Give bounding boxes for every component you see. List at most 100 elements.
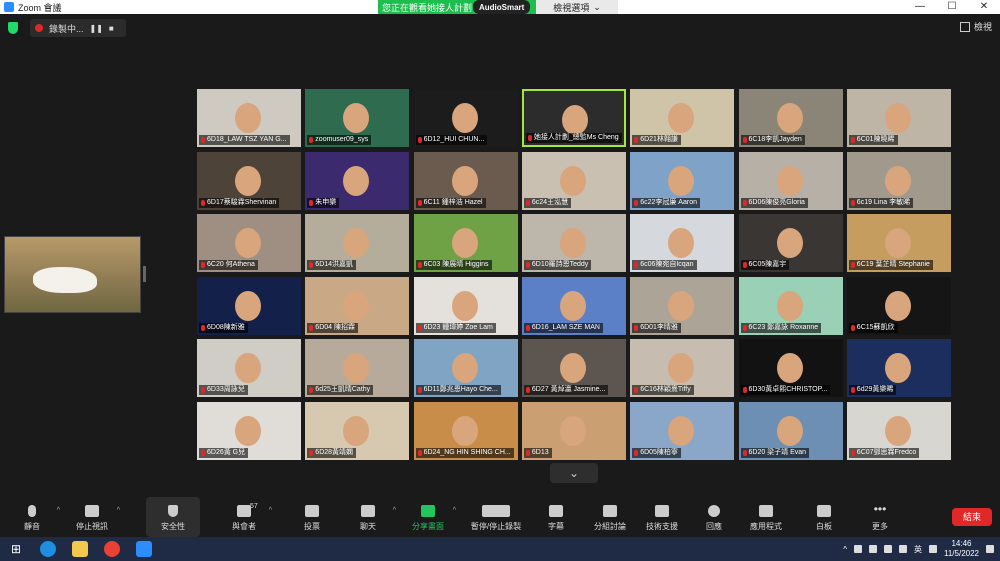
end-meeting-button[interactable]: 結束 xyxy=(952,508,992,526)
chevron-up-icon[interactable]: ^ xyxy=(117,507,120,514)
notification-icon[interactable] xyxy=(986,545,994,553)
encryption-shield-icon[interactable] xyxy=(8,22,18,34)
resize-handle[interactable] xyxy=(143,266,146,282)
participant-tile[interactable]: 6D26黃 G兒 xyxy=(197,402,301,460)
security-button[interactable]: 安全性 xyxy=(146,497,200,537)
close-button[interactable]: ✕ xyxy=(968,0,1000,14)
breakout-rooms-button[interactable]: 分組討論 xyxy=(580,497,640,537)
participant-tile[interactable]: 6D05陳柏寧 xyxy=(630,402,735,460)
pause-icon[interactable]: ❚❚ xyxy=(90,24,103,33)
network-icon[interactable] xyxy=(884,545,892,553)
share-screen-button[interactable]: 分享畫面 ^ xyxy=(398,497,458,537)
participant-tile[interactable]: 6D30黃卓熙CHRISTOP... xyxy=(738,339,843,398)
chrome-browser-icon[interactable] xyxy=(104,541,120,557)
edge-browser-icon[interactable] xyxy=(40,541,56,557)
participant-tile[interactable]: 6D20 梁子靖 Evan xyxy=(738,402,843,460)
input-method-icon[interactable] xyxy=(929,545,937,553)
muted-mic-icon xyxy=(634,137,639,143)
chevron-up-icon[interactable]: ^ xyxy=(393,507,396,514)
mute-button[interactable]: 靜音 ^ xyxy=(2,497,62,537)
participant-name-label: 6D20 梁子靖 Evan xyxy=(740,448,810,458)
participant-tile[interactable]: 6D21林翱謙 xyxy=(630,89,735,147)
participant-tile[interactable]: 6D11鄭兆恩Hayo Che... xyxy=(413,339,518,398)
participant-tile[interactable]: 6D06陳俊亮Gloria xyxy=(738,151,843,210)
captions-button[interactable]: 字幕 xyxy=(526,497,586,537)
participant-tile[interactable]: 朱申樂 xyxy=(305,151,410,210)
microphone-tray-icon[interactable] xyxy=(854,545,862,553)
participant-tile[interactable]: 6D18_LAW TSZ YAN G... xyxy=(197,89,301,147)
chat-button[interactable]: 聊天 ^ xyxy=(338,497,398,537)
participant-tile[interactable]: 6D04 陳招霖 xyxy=(305,276,410,335)
record-label: 暫停/停止錄製 xyxy=(470,522,522,531)
participant-tile[interactable]: 6C01陳曉晞 xyxy=(846,89,951,147)
record-button[interactable]: 暫停/停止錄製 xyxy=(466,497,526,537)
participant-tile[interactable]: 6C18李凱Jayden xyxy=(738,89,843,147)
participants-count: 57 xyxy=(250,503,258,510)
view-options-button[interactable]: 檢視選項 ⌄ xyxy=(536,0,618,14)
battery-icon[interactable] xyxy=(869,545,877,553)
participant-tile[interactable]: 6D24_NG HIN SHING CH... xyxy=(413,402,518,460)
participant-tile[interactable]: 她接人計劃_總監Ms Cheng xyxy=(521,89,626,147)
chevron-up-icon[interactable]: ^ xyxy=(269,507,272,514)
chevron-up-icon[interactable]: ^ xyxy=(57,507,60,514)
speaker-icon[interactable] xyxy=(899,545,907,553)
microphone-icon xyxy=(28,505,36,517)
file-explorer-icon[interactable] xyxy=(72,541,88,557)
participant-name-label: 6D08陳新雅 xyxy=(199,322,248,333)
participant-tile[interactable]: 6D08陳新雅 xyxy=(197,276,301,335)
participant-tile[interactable]: 6C05陳嘉宇 xyxy=(738,214,843,273)
whiteboard-button[interactable]: 白板 xyxy=(794,497,854,537)
participant-tile[interactable]: 6c22李冠廉 Aaron xyxy=(630,151,735,210)
participant-tile[interactable]: 6C23 鄭嘉詠 Roxanne xyxy=(738,276,843,335)
apps-button[interactable]: 應用程式 xyxy=(736,497,796,537)
participant-tile[interactable]: 6c24王泓慧 xyxy=(521,151,626,210)
muted-mic-icon xyxy=(742,262,747,269)
polls-button[interactable]: 投票 xyxy=(282,497,342,537)
participant-tile[interactable]: 6D16_LAM SZE MAN xyxy=(521,276,626,335)
participant-tile[interactable]: 6d29黃樂晞 xyxy=(846,339,951,398)
reactions-button[interactable]: 回應 xyxy=(684,497,744,537)
minimize-button[interactable]: — xyxy=(904,0,936,14)
muted-mic-icon xyxy=(309,137,314,143)
participant-tile[interactable]: zoomuser09_sys xyxy=(305,89,410,147)
maximize-button[interactable]: ☐ xyxy=(936,0,968,14)
participant-tile[interactable]: 6C20 何Athena xyxy=(197,214,301,273)
stop-video-button[interactable]: 停止視訊 ^ xyxy=(62,497,122,537)
participant-tile[interactable]: 6D13 xyxy=(521,402,626,460)
chevron-up-icon[interactable]: ^ xyxy=(843,545,847,554)
participant-tile[interactable]: 6D28黃靖嫻 xyxy=(305,402,410,460)
participant-tile[interactable]: 6D01李晴雅 xyxy=(630,276,735,335)
zoom-app-icon[interactable] xyxy=(136,541,152,557)
chevron-up-icon[interactable]: ^ xyxy=(453,507,456,514)
next-page-button[interactable]: ⌄ xyxy=(550,463,598,483)
clock[interactable]: 14:46 11/5/2022 xyxy=(944,539,979,559)
participant-tile[interactable]: 6C07鄧思霖Fredco xyxy=(846,402,951,460)
muted-mic-icon xyxy=(201,137,205,143)
recording-indicator: 錄製中... ❚❚ ■ xyxy=(30,19,126,37)
participant-tile[interactable]: 6D14洪嘉凱 xyxy=(305,214,410,273)
windows-start-icon[interactable]: ⊞ xyxy=(8,541,24,557)
language-indicator[interactable]: 英 xyxy=(914,544,922,555)
participant-name: 6D16_LAM SZE MAN xyxy=(531,323,600,331)
view-button[interactable]: 檢視 xyxy=(959,20,992,33)
participant-tile[interactable]: 6D17蔡駿霖Shervinan xyxy=(197,151,301,210)
participant-tile[interactable]: 6c06陳宛自Icqan xyxy=(630,214,735,273)
participant-tile[interactable]: 6D33周詠兒 xyxy=(197,339,301,398)
participant-tile[interactable]: 6D27 黃焯瀛 Jasmine... xyxy=(521,339,626,398)
participant-tile[interactable]: 6c19 Lina 李敏晞 xyxy=(846,151,951,210)
participant-tile[interactable]: 6D23 鍾瑋婷 Zoe Lam xyxy=(413,276,518,335)
participant-tile[interactable]: 6d25王凱晴Cathy xyxy=(305,339,410,398)
participant-tile[interactable]: 6C11 鍾梓浩 Hazel xyxy=(413,151,518,210)
more-button[interactable]: ••• 更多 xyxy=(850,497,910,537)
participants-button[interactable]: 57 與會者 ^ xyxy=(214,497,274,537)
participant-tile[interactable]: 6C15蘇凱欣 xyxy=(846,276,951,335)
participant-tile[interactable]: 6C03 陳展晴 Higgins xyxy=(413,214,518,273)
remote-support-button[interactable]: 技術支援 xyxy=(632,497,692,537)
participant-tile[interactable]: 6D12_HUI CHUN... xyxy=(413,89,518,147)
shared-screen-thumbnail[interactable] xyxy=(4,236,141,313)
participant-tile[interactable]: 6C16林穎熹Tiffy xyxy=(630,339,735,398)
participant-tile[interactable]: 6D10羅詩恩Teddy xyxy=(521,214,626,273)
stop-icon[interactable]: ■ xyxy=(109,24,114,33)
muted-mic-icon xyxy=(850,450,855,456)
participant-tile[interactable]: 6C19 葉芷晴 Stephanie xyxy=(846,214,951,273)
